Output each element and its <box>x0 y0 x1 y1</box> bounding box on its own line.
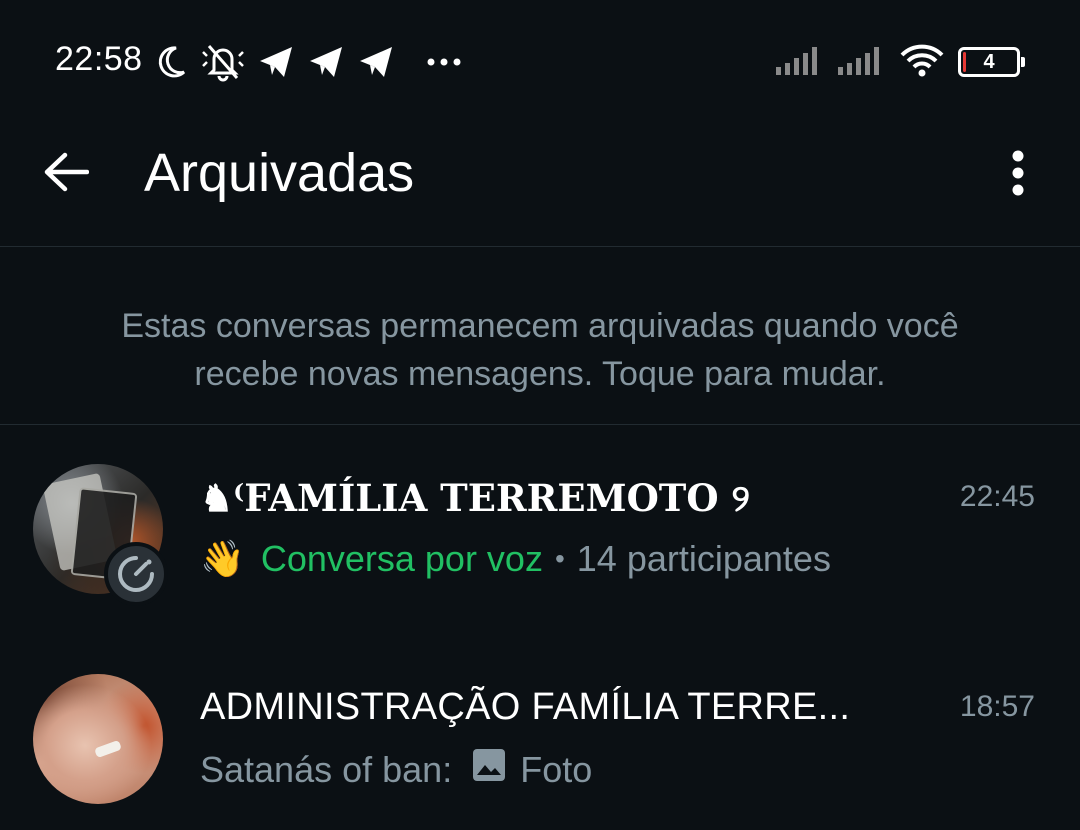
voice-chat-icon <box>118 556 154 592</box>
telegram-icon <box>258 45 296 79</box>
chat-row-familia-terremoto[interactable]: ♞⁽FAMÍLIA TERREMOTO ୨ 22:45 👋 Conversa p… <box>0 440 1080 620</box>
status-time: 22:58 <box>55 40 143 78</box>
chat-row-administracao[interactable]: ADMINISTRAÇÃO FAMÍLIA TERRE... 18:57 Sat… <box>0 650 1080 830</box>
app-bar: Arquivadas <box>0 120 1080 247</box>
more-notifications-icon <box>426 57 462 67</box>
battery-icon: 4 <box>958 47 1025 77</box>
info-line-2: recebe novas mensagens. Toque para mudar… <box>194 355 886 393</box>
waving-hand-emoji: 👋 <box>200 538 245 579</box>
chat-time: 18:57 <box>959 690 1035 723</box>
status-system-icons: 4 <box>776 42 1025 82</box>
photo-icon <box>472 748 506 791</box>
more-vert-icon <box>1012 150 1024 196</box>
preview-sender: Satanás of ban: <box>200 748 453 790</box>
signal-icon <box>838 45 886 80</box>
separator-dot: • <box>554 543 565 574</box>
battery-level-fill <box>963 52 966 72</box>
arrow-back-icon <box>44 152 89 192</box>
preview-media-label: Foto <box>520 748 593 790</box>
back-button[interactable] <box>34 140 98 204</box>
chat-name: ADMINISTRAÇÃO FAMÍLIA TERRE... <box>200 686 851 728</box>
divider <box>0 424 1080 425</box>
status-bar: 22:58 4 <box>0 0 1080 120</box>
archive-settings-info[interactable]: Estas conversas permanecem arquivadas qu… <box>40 302 1040 398</box>
chat-preview: 👋 Conversa por voz • 14 participantes <box>200 538 1020 580</box>
chat-preview: Satanás of ban: Foto <box>200 748 1020 791</box>
info-line-1: Estas conversas permanecem arquivadas qu… <box>121 307 959 345</box>
status-notification-icons <box>154 40 462 84</box>
page-title: Arquivadas <box>144 143 415 203</box>
wifi-icon <box>900 43 944 82</box>
voice-chat-badge <box>104 542 168 606</box>
muted-bell-icon <box>200 42 246 82</box>
battery-level-text: 4 <box>983 50 995 73</box>
voice-chat-label: Conversa por voz <box>260 538 543 579</box>
participants-count: 14 participantes <box>576 538 831 579</box>
chat-name: ♞⁽FAMÍLIA TERREMOTO ୨ <box>200 476 750 520</box>
avatar[interactable] <box>33 674 163 804</box>
avatar-image-detail <box>94 739 122 759</box>
signal-icon <box>776 45 824 80</box>
more-options-button[interactable] <box>994 142 1042 204</box>
moon-icon <box>154 44 188 80</box>
chat-time: 22:45 <box>959 480 1035 513</box>
telegram-icon <box>308 45 346 79</box>
telegram-icon <box>358 45 396 79</box>
